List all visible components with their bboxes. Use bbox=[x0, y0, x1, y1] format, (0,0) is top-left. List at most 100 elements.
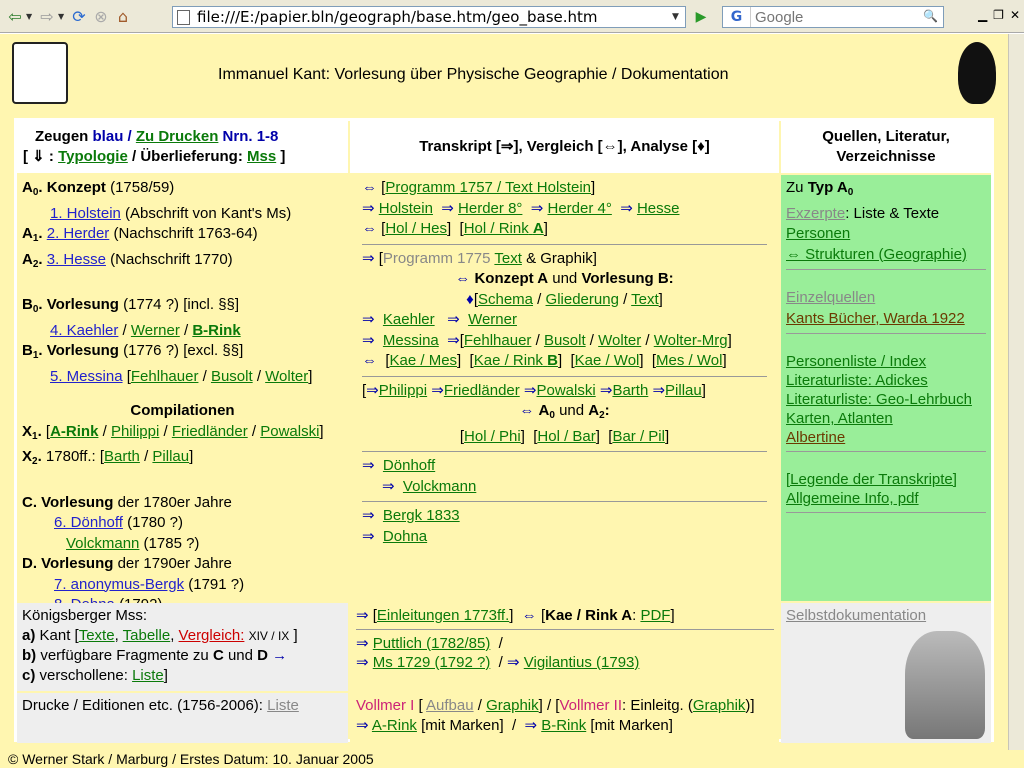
bergk-t-link[interactable]: Bergk 1833 bbox=[383, 507, 460, 524]
url-bar[interactable]: file:///E:/papier.bln/geograph/base.htm/… bbox=[172, 6, 686, 28]
vigilantius-link[interactable]: Vigilantius (1793) bbox=[524, 654, 640, 671]
reload-icon[interactable]: ⟳ bbox=[68, 5, 90, 27]
home-icon[interactable]: ⌂ bbox=[112, 5, 134, 27]
holbar-link[interactable]: Hol / Bar bbox=[537, 428, 595, 445]
philippi-t-link[interactable]: Philippi bbox=[379, 382, 427, 399]
arink-link[interactable]: A-Rink bbox=[50, 423, 98, 440]
hesse-link[interactable]: 3. Hesse bbox=[47, 251, 106, 268]
stop-icon[interactable]: ⊗ bbox=[90, 5, 112, 27]
puttlich-link[interactable]: Puttlich (1782/85) bbox=[373, 635, 491, 652]
albertine-link[interactable]: Albertine bbox=[786, 429, 845, 446]
back-icon[interactable]: ⇦ bbox=[4, 5, 26, 27]
texte-link[interactable]: Texte bbox=[79, 627, 115, 644]
bergk-link[interactable]: 7. anonymus-Bergk bbox=[54, 576, 184, 593]
brink-t-link[interactable]: B-Rink bbox=[541, 717, 586, 734]
messina-t-link[interactable]: Messina bbox=[383, 332, 439, 349]
gliederung-link[interactable]: Gliederung bbox=[546, 291, 619, 308]
barth-link[interactable]: Barth bbox=[104, 448, 140, 465]
kaehler-link[interactable]: 4. Kaehler bbox=[50, 322, 118, 339]
close-icon[interactable]: ✕ bbox=[1010, 8, 1020, 22]
hesse-t-link[interactable]: Hesse bbox=[637, 200, 680, 217]
fehlhauer-t-link[interactable]: Fehlhauer bbox=[464, 332, 532, 349]
doenhoff-link[interactable]: 6. Dönhoff bbox=[54, 514, 123, 531]
tabelle-link[interactable]: Tabelle bbox=[123, 627, 171, 644]
pdf-link[interactable]: PDF bbox=[640, 607, 670, 624]
kaemes-link[interactable]: Kae / Mes bbox=[390, 352, 458, 369]
kaewol-link[interactable]: Kae / Wol bbox=[575, 352, 640, 369]
meswol-link[interactable]: Mes / Wol bbox=[656, 352, 722, 369]
search-icon[interactable]: 🔍 bbox=[923, 9, 941, 25]
kants-buecher-link[interactable]: Kants Bücher, Warda 1922 bbox=[786, 310, 965, 327]
wolter-t-link[interactable]: Wolter bbox=[598, 332, 641, 349]
vergleich-link[interactable]: Vergleich: bbox=[179, 627, 245, 644]
herder-link[interactable]: 2. Herder bbox=[47, 225, 110, 242]
programm1757-link[interactable]: Programm 1757 / Text Holstein bbox=[385, 179, 591, 196]
messina-link[interactable]: 5. Messina bbox=[50, 368, 123, 385]
scrollbar[interactable] bbox=[1008, 34, 1024, 750]
busolt-t-link[interactable]: Busolt bbox=[544, 332, 586, 349]
holstein-t-link[interactable]: Holstein bbox=[379, 200, 433, 217]
lit-geo-link[interactable]: Literaturliste: Geo-Lehrbuch bbox=[786, 391, 972, 408]
holhes-link[interactable]: Hol / Hes bbox=[385, 220, 447, 237]
busolt-link[interactable]: Busolt bbox=[211, 368, 253, 385]
strukturen-link[interactable]: ⇔ Strukturen (Geographie) bbox=[786, 246, 967, 263]
holstein-link[interactable]: 1. Holstein bbox=[50, 205, 121, 222]
lit-adickes-link[interactable]: Literaturliste: Adickes bbox=[786, 372, 928, 389]
kaerink-link[interactable]: Kae / Rink B bbox=[474, 352, 558, 369]
powalski-link[interactable]: Powalski bbox=[260, 423, 319, 440]
einleitungen-link[interactable]: Einleitungen 1773ff. bbox=[377, 607, 509, 624]
werner-link[interactable]: Werner bbox=[131, 322, 180, 339]
forward-icon[interactable]: ⇨ bbox=[36, 5, 58, 27]
graphik2-link[interactable]: Graphik bbox=[693, 697, 746, 714]
pillau-t-link[interactable]: Pillau bbox=[665, 382, 702, 399]
url-dropdown-icon[interactable]: ▼ bbox=[668, 9, 683, 25]
fehlhauer-link[interactable]: Fehlhauer bbox=[131, 368, 199, 385]
mss-link[interactable]: Mss bbox=[247, 148, 276, 165]
karten-link[interactable]: Karten, Atlanten bbox=[786, 410, 893, 427]
selbstdok-link[interactable]: Selbstdokumentation bbox=[786, 607, 926, 624]
powalski-t-link[interactable]: Powalski bbox=[537, 382, 596, 399]
woltermrg-link[interactable]: Wolter-Mrg bbox=[654, 332, 728, 349]
google-icon[interactable]: G bbox=[723, 7, 751, 27]
schema-link[interactable]: Schema bbox=[478, 291, 533, 308]
werner-t-link[interactable]: Werner bbox=[468, 311, 517, 328]
brink-link[interactable]: B-Rink bbox=[192, 322, 240, 339]
friedlaender-link[interactable]: Friedländer bbox=[172, 423, 248, 440]
liste-link[interactable]: Liste bbox=[132, 667, 164, 684]
personenliste-link[interactable]: Personenliste / Index bbox=[786, 353, 926, 370]
kaehler-t-link[interactable]: Kaehler bbox=[383, 311, 435, 328]
barpil-link[interactable]: Bar / Pil bbox=[612, 428, 665, 445]
arrow-right-icon[interactable]: → bbox=[272, 647, 287, 664]
back-dropdown-icon[interactable]: ▼ bbox=[26, 12, 36, 21]
volckmann-t-link[interactable]: Volckmann bbox=[403, 478, 476, 495]
search-box[interactable]: G 🔍 bbox=[722, 6, 944, 28]
text1775-link[interactable]: Text bbox=[494, 250, 522, 267]
exzerpte-link[interactable]: Exzerpte bbox=[786, 205, 845, 222]
doenhoff-t-link[interactable]: Dönhoff bbox=[383, 457, 435, 474]
forward-dropdown-icon[interactable]: ▼ bbox=[58, 12, 68, 21]
legende-link[interactable]: [Legende der Transkripte] bbox=[786, 471, 957, 488]
holphi-link[interactable]: Hol / Phi bbox=[464, 428, 521, 445]
search-input[interactable] bbox=[751, 8, 911, 26]
drucke-liste-link[interactable]: Liste bbox=[267, 697, 299, 714]
minimize-icon[interactable]: ▁ bbox=[978, 8, 987, 22]
aufbau-link[interactable]: Aufbau bbox=[426, 697, 474, 714]
volckmann-link[interactable]: Volckmann bbox=[66, 535, 139, 552]
text-schema-link[interactable]: Text bbox=[631, 291, 659, 308]
holrink-link[interactable]: Hol / Rink A bbox=[464, 220, 544, 237]
personen-link[interactable]: Personen bbox=[786, 225, 850, 242]
dohna-t-link[interactable]: Dohna bbox=[383, 528, 427, 545]
herder8-link[interactable]: Herder 8° bbox=[458, 200, 522, 217]
barth-t-link[interactable]: Barth bbox=[612, 382, 648, 399]
arink-t-link[interactable]: A-Rink bbox=[372, 717, 417, 734]
restore-icon[interactable]: ❐ bbox=[993, 8, 1004, 22]
url-text[interactable]: file:///E:/papier.bln/geograph/base.htm/… bbox=[197, 8, 598, 26]
typologie-link[interactable]: Typologie bbox=[58, 148, 128, 165]
pillau-link[interactable]: Pillau bbox=[152, 448, 189, 465]
friedlaender-t-link[interactable]: Friedländer bbox=[444, 382, 520, 399]
ms1729-link[interactable]: Ms 1729 (1792 ?) bbox=[373, 654, 491, 671]
einzelquellen-link[interactable]: Einzelquellen bbox=[786, 289, 875, 306]
herder4-link[interactable]: Herder 4° bbox=[548, 200, 612, 217]
go-icon[interactable]: ▶ bbox=[690, 6, 712, 28]
wolter-link[interactable]: Wolter bbox=[265, 368, 308, 385]
